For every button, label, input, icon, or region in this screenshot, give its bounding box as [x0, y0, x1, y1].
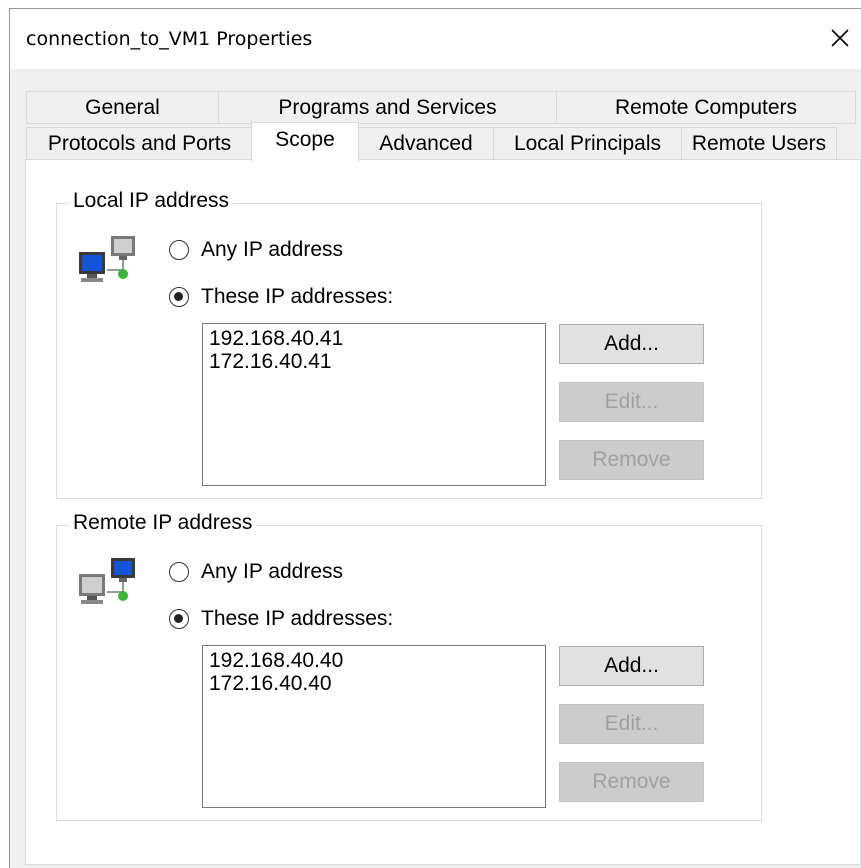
remote-ip-group-title: Remote IP address: [69, 511, 257, 535]
tab-remote-users[interactable]: Remote Users: [681, 127, 837, 160]
tab-advanced[interactable]: Advanced: [358, 127, 494, 160]
local-ip-group-title: Local IP address: [69, 189, 234, 213]
local-any-ip-radio[interactable]: [169, 240, 189, 260]
remote-ip-group: Remote IP address Any IP address These I…: [56, 511, 762, 821]
remote-remove-button[interactable]: Remove: [559, 762, 704, 802]
scope-tab-panel: Local IP address Any IP address These IP…: [25, 159, 861, 865]
list-item[interactable]: 192.168.40.40: [209, 649, 539, 672]
title-bar: connection_to_VM1 Properties: [10, 9, 861, 69]
list-item[interactable]: 172.16.40.40: [209, 672, 539, 695]
tab-protocols-and-ports[interactable]: Protocols and Ports: [26, 127, 253, 160]
remote-these-ip-option[interactable]: These IP addresses:: [169, 607, 393, 631]
remote-ip-list[interactable]: 192.168.40.40 172.16.40.40: [202, 645, 546, 808]
local-any-ip-label: Any IP address: [201, 238, 344, 261]
tab-remote-computers[interactable]: Remote Computers: [556, 91, 856, 124]
remote-any-ip-radio[interactable]: [169, 562, 189, 582]
remote-edit-button[interactable]: Edit...: [559, 704, 704, 744]
window-title: connection_to_VM1 Properties: [26, 28, 313, 50]
local-add-button[interactable]: Add...: [559, 324, 704, 364]
remote-these-ip-label: These IP addresses:: [201, 607, 394, 630]
local-these-ip-radio[interactable]: [169, 287, 189, 307]
network-computers-icon: [79, 558, 135, 604]
tab-local-principals[interactable]: Local Principals: [493, 127, 682, 160]
tab-programs-and-services[interactable]: Programs and Services: [218, 91, 557, 124]
local-any-ip-option[interactable]: Any IP address: [169, 238, 343, 262]
tab-general[interactable]: General: [26, 91, 219, 124]
close-icon[interactable]: [825, 23, 855, 53]
properties-dialog: connection_to_VM1 Properties General Pro…: [9, 8, 861, 868]
network-computers-icon: [79, 236, 135, 282]
local-these-ip-option[interactable]: These IP addresses:: [169, 285, 393, 309]
local-remove-button[interactable]: Remove: [559, 440, 704, 480]
list-item[interactable]: 192.168.40.41: [209, 327, 539, 350]
local-these-ip-label: These IP addresses:: [201, 285, 394, 308]
remote-these-ip-radio[interactable]: [169, 609, 189, 629]
tab-scope[interactable]: Scope: [251, 122, 359, 162]
local-ip-group: Local IP address Any IP address These IP…: [56, 189, 762, 499]
remote-any-ip-option[interactable]: Any IP address: [169, 560, 343, 584]
local-edit-button[interactable]: Edit...: [559, 382, 704, 422]
remote-add-button[interactable]: Add...: [559, 646, 704, 686]
list-item[interactable]: 172.16.40.41: [209, 350, 539, 373]
local-ip-list[interactable]: 192.168.40.41 172.16.40.41: [202, 323, 546, 486]
remote-any-ip-label: Any IP address: [201, 560, 344, 583]
